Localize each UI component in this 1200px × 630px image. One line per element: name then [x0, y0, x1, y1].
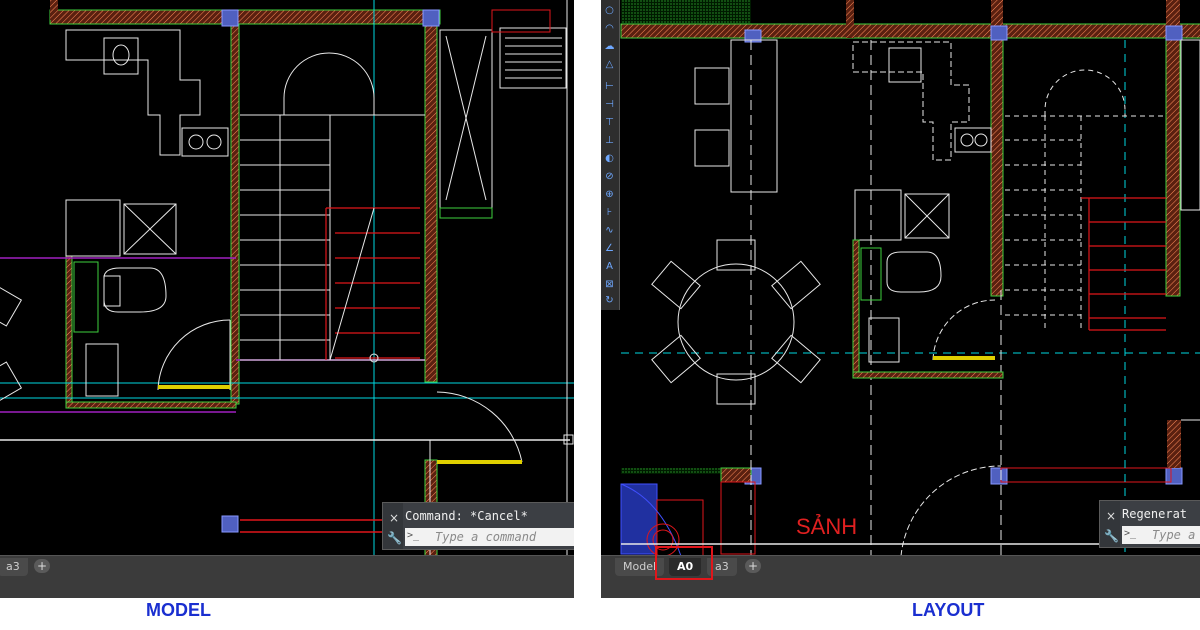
- command-input-box[interactable]: >_: [1122, 526, 1200, 544]
- wall-bath-bottom: [65, 401, 237, 409]
- prompt-icon[interactable]: >_: [1124, 528, 1136, 539]
- layout-tab-bar: a3 +: [0, 555, 574, 598]
- triangle-tool-icon[interactable]: △: [603, 58, 616, 71]
- wrench-icon[interactable]: 🔧: [1104, 529, 1119, 543]
- dim-ordinate-icon[interactable]: ⊦: [603, 206, 616, 219]
- bar-stool: [694, 129, 730, 167]
- toilet: [886, 251, 942, 293]
- wall-stair-right: [424, 9, 438, 383]
- wrench-icon[interactable]: 🔧: [387, 531, 402, 545]
- wall-top: [49, 9, 441, 25]
- arc-tool-icon[interactable]: ◠: [603, 22, 616, 35]
- circle-tool-icon[interactable]: ○: [603, 4, 616, 17]
- washbasin: [868, 317, 900, 363]
- kitchen-counter: [65, 29, 201, 156]
- model-viewport[interactable]: × 🔧 Command: *Cancel* >_ a3 +: [0, 0, 574, 598]
- close-icon[interactable]: ×: [1106, 509, 1116, 523]
- shower: [73, 261, 99, 333]
- dining-table: [651, 239, 821, 405]
- layout-floorplan-drawing[interactable]: [601, 0, 1200, 556]
- column: [1165, 25, 1183, 41]
- kitchen-counter: [852, 41, 970, 161]
- dim-break-icon[interactable]: ⊠: [603, 278, 616, 291]
- wall-top: [620, 23, 1200, 39]
- bar-counter: [730, 39, 778, 193]
- dim-angular-icon[interactable]: ∠: [603, 242, 616, 255]
- prompt-icon[interactable]: >_: [407, 530, 419, 541]
- dim-continue-icon[interactable]: ⊤: [603, 116, 616, 129]
- door-swing: [932, 299, 996, 361]
- add-layout-button[interactable]: +: [745, 559, 761, 573]
- caption-layout: LAYOUT: [912, 600, 985, 620]
- column: [221, 515, 239, 533]
- column: [422, 9, 440, 27]
- column: [221, 9, 239, 27]
- room-label-sanh: SẢNH: [796, 514, 858, 539]
- wall-stair-right: [1165, 37, 1181, 297]
- tab-highlight-box: [655, 546, 713, 580]
- caption-model: MODEL: [146, 600, 211, 620]
- sink: [888, 47, 922, 83]
- model-floorplan-drawing[interactable]: [0, 0, 574, 560]
- staircase-upper: [325, 207, 420, 360]
- dim-center-icon[interactable]: ⊕: [603, 188, 616, 201]
- dim-radius-icon[interactable]: ◐: [603, 152, 616, 165]
- command-history: Command: *Cancel*: [405, 509, 528, 523]
- layout-viewport[interactable]: ○ ◠ ☁ △ ⊢ ⊣ ⊤ ⊥ ◐ ⊘ ⊕ ⊦ ∿ ∠ A ⊠ ↻ × 🔧 Re…: [601, 0, 1200, 598]
- staircase: [240, 52, 425, 361]
- command-line-window[interactable]: × 🔧 Command: *Cancel* >_: [382, 502, 574, 550]
- tab-a3[interactable]: a3: [0, 558, 28, 576]
- wall-bath-left: [65, 255, 73, 409]
- toilet: [103, 267, 167, 313]
- sink: [103, 37, 139, 75]
- door-swing: [157, 319, 231, 391]
- wall-kitchen-right: [230, 23, 240, 405]
- command-line-window[interactable]: × 🔧 Regenerat >_: [1099, 500, 1200, 548]
- staircase-upper: [1081, 197, 1166, 331]
- command-input-box[interactable]: >_: [405, 528, 574, 546]
- ac-unit: [499, 27, 567, 89]
- close-icon[interactable]: ×: [389, 511, 399, 525]
- draw-toolbar: ○ ◠ ☁ △ ⊢ ⊣ ⊤ ⊥ ◐ ⊘ ⊕ ⊦ ∿ ∠ A ⊠ ↻: [601, 0, 620, 310]
- staircase: [1005, 69, 1166, 330]
- dim-jog-icon[interactable]: ∿: [603, 224, 616, 237]
- command-history: Regenerat: [1122, 507, 1188, 521]
- wall-kitchen-right: [990, 37, 1004, 297]
- bar-stool: [694, 67, 730, 105]
- command-input[interactable]: [1152, 527, 1197, 542]
- fridge: [854, 189, 902, 241]
- column: [990, 25, 1008, 41]
- fridge: [65, 199, 121, 257]
- dim-linear-icon[interactable]: ⊢: [603, 80, 616, 93]
- dim-aligned-icon[interactable]: ⊣: [603, 98, 616, 111]
- cloud-tool-icon[interactable]: ☁: [603, 40, 616, 53]
- dim-update-icon[interactable]: ↻: [603, 294, 616, 307]
- command-input[interactable]: [435, 529, 571, 544]
- washbasin: [85, 343, 119, 397]
- add-layout-button[interactable]: +: [34, 559, 50, 573]
- dim-text-icon[interactable]: A: [603, 260, 616, 273]
- dim-baseline-icon[interactable]: ⊥: [603, 134, 616, 147]
- dim-diameter-icon[interactable]: ⊘: [603, 170, 616, 183]
